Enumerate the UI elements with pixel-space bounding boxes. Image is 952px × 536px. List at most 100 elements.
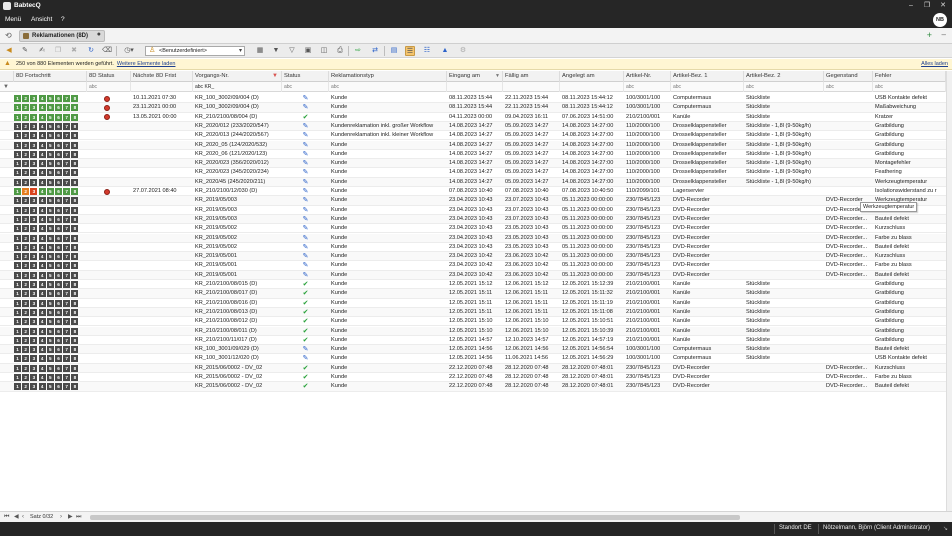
table-row[interactable]: 1 2 3 4 5 6 7 8 ✎ KR_2019/05/001 Kunde 23.04.2023 1…: [0, 261, 946, 271]
filter-due[interactable]: [503, 82, 560, 92]
history-icon[interactable]: ◷▾: [122, 46, 136, 56]
menu-item-help[interactable]: ?: [61, 16, 65, 23]
table-row[interactable]: 1 2 3 4 5 6 7 8 ✔ KR_210/2100/08/016 (D) Kunde 12.0…: [0, 299, 946, 308]
table-row[interactable]: 1 2 3 4 5 6 7 8 ✎ KR_2019/05/002 Kunde 23.04.2023 1…: [0, 243, 946, 253]
back-icon[interactable]: ⟲: [5, 31, 12, 40]
header-due[interactable]: Fällig am: [503, 71, 560, 82]
next-page-icon[interactable]: ▶: [68, 514, 73, 521]
settings-icon[interactable]: ⚙: [458, 46, 468, 56]
table-row[interactable]: 1 2 3 4 5 6 7 8 ✔ KR_210/2100/08/015 (D) Kunde 12.0…: [0, 280, 946, 290]
table-row[interactable]: 1 2 3 4 5 6 7 8 ✎ KR_2020/45 (245/2020/211) Kunde 1…: [0, 177, 946, 187]
table-row[interactable]: 1 2 3 4 5 6 7 8 ✔ KR_210/2100/11/017 (D) Kunde 12.0…: [0, 336, 946, 346]
filter-off-icon[interactable]: ⌫: [102, 46, 112, 56]
add-tab-icon[interactable]: +: [927, 30, 932, 40]
table-row[interactable]: 1 2 3 4 5 6 7 8 ✔ KR_2015/06/0002 - DV_02 Kunde 22.…: [0, 373, 946, 383]
restore-icon[interactable]: ❐: [920, 1, 934, 11]
header-8d-status[interactable]: 8D Status: [87, 71, 131, 82]
filter-complaint-type[interactable]: abc: [329, 82, 447, 92]
filter-case-no[interactable]: abc KR_: [193, 82, 282, 92]
table-row[interactable]: 1 2 3 4 5 6 7 8 ✎ KR_2019/05/001 Kunde 23.04.2023 1…: [0, 270, 946, 280]
table-row[interactable]: 1 2 3 4 5 6 7 8 ✔ KR_210/2100/08/013 (D) Kunde 12.0…: [0, 307, 946, 318]
filter-defect[interactable]: abc: [873, 82, 946, 92]
tab-reklamationen[interactable]: Reklamationen (8D) ●: [19, 30, 105, 42]
first-page-icon[interactable]: ⏮: [4, 514, 9, 521]
last-page-icon[interactable]: ⏭: [76, 514, 81, 521]
table-row[interactable]: 1 2 3 4 5 6 7 8 ✎ KR_2020_05 (124/2020/532) Kunde 1…: [0, 140, 946, 150]
filter-received[interactable]: [447, 82, 503, 92]
filter-created[interactable]: [560, 82, 624, 92]
filter-8d-status[interactable]: abc: [87, 82, 131, 92]
table-row[interactable]: 1 2 3 4 5 6 7 8 ✎ KR_2019/05/003 Kunde 23.04.2023 1…: [0, 196, 946, 206]
delete-icon[interactable]: ✖: [69, 46, 79, 56]
table-row[interactable]: 1 2 3 4 5 6 7 8 ✎ KR_2020/023 (356/2020/012) Kunde…: [0, 159, 946, 169]
table-row[interactable]: 1 2 3 4 5 6 7 8 ✎ KR_2019/05/002 Kunde 23.04.2023 1…: [0, 233, 946, 243]
close-window-icon[interactable]: ✕: [936, 1, 950, 11]
group-icon[interactable]: ▣: [303, 46, 313, 56]
refresh-icon[interactable]: ↻: [86, 46, 96, 56]
horizontal-scrollbar[interactable]: [90, 515, 740, 520]
filter-next-deadline[interactable]: [131, 82, 193, 92]
columns-icon[interactable]: ▦: [255, 46, 265, 56]
filter-status[interactable]: abc: [282, 82, 329, 92]
table-row[interactable]: 1 2 3 4 5 6 7 8 ✎ 23.11.2021 00:00 KR_100_3002/09/…: [0, 103, 946, 113]
table-row[interactable]: 1 2 3 4 5 6 7 8 ✔ KR_210/2100/08/012 (D) Kunde 12.0…: [0, 317, 946, 327]
filter-8d-progress[interactable]: [14, 82, 87, 92]
table-row[interactable]: 1 2 3 4 5 6 7 8 ✎ 27.07.2021 08:40 KR_210/2100/12/…: [0, 187, 946, 197]
header-article-desc-2[interactable]: Artikel-Bez. 2: [744, 71, 824, 82]
header-created[interactable]: Angelegt am: [560, 71, 624, 82]
menu-item-menu[interactable]: Menü: [5, 16, 21, 23]
filter-article-desc-2[interactable]: abc: [744, 82, 824, 92]
filter-article-no[interactable]: abc: [624, 82, 671, 92]
table-row[interactable]: 1 2 3 4 5 6 7 8 ✎ KR_2020/012 (233/2020/547) Kunde…: [0, 121, 946, 132]
next-record-icon[interactable]: ›: [60, 514, 62, 521]
header-article-desc-1[interactable]: Artikel-Bez. 1: [671, 71, 744, 82]
vertical-scrollbar[interactable]: [946, 71, 952, 511]
nav-back-icon[interactable]: ◀: [4, 46, 14, 56]
header-complaint-type[interactable]: Reklamationstyp: [329, 71, 447, 82]
table-row[interactable]: 1 2 3 4 5 6 7 8 ✎ KR_2019/05/003 Kunde 23.04.2023 1…: [0, 214, 946, 225]
table-row[interactable]: 1 2 3 4 5 6 7 8 ✎ KR_100_3001/12/020 (D) Kunde 12.0…: [0, 354, 946, 364]
list-view-icon[interactable]: ☰: [405, 46, 415, 56]
tab-close-icon[interactable]: ●: [97, 31, 101, 38]
table-row[interactable]: 1 2 3 4 5 6 7 8 ✔ KR_210/2100/08/011 (D) Kunde 12.0…: [0, 326, 946, 336]
funnel-icon[interactable]: ▼: [271, 46, 281, 56]
table-row[interactable]: 1 2 3 4 5 6 7 8 ✎ KR_2019/05/001 Kunde 23.04.2023 1…: [0, 252, 946, 262]
load-more-link[interactable]: Weitere Elemente laden: [117, 61, 176, 67]
table-row[interactable]: 1 2 3 4 5 6 7 8 ✔ KR_210/2100/08/017 (D) Kunde 12.0…: [0, 289, 946, 299]
table-row[interactable]: 1 2 3 4 5 6 7 8 ✎ KR_2019/05/003 Kunde 23.04.2023 1…: [0, 206, 946, 215]
menu-item-view[interactable]: Ansicht: [31, 16, 52, 23]
table-row[interactable]: 1 2 3 4 5 6 7 8 ✎ KR_2019/05/002 Kunde 23.04.2023 1…: [0, 224, 946, 234]
table-row[interactable]: 1 2 3 4 5 6 7 8 ✔ KR_2015/06/0002 - DV_02 Kunde 22.…: [0, 382, 946, 392]
view-select[interactable]: ♙ <Benutzerdefiniert> ▾: [145, 46, 245, 56]
detail-view-icon[interactable]: ☷: [422, 46, 432, 56]
prev-page-icon[interactable]: ◀: [14, 514, 19, 521]
filter-article-desc-1[interactable]: abc: [671, 82, 744, 92]
header-received[interactable]: Eingang am ▼: [447, 71, 503, 82]
header-article-no[interactable]: Artikel-Nr.: [624, 71, 671, 82]
minimize-icon[interactable]: –: [904, 1, 918, 11]
table-row[interactable]: 1 2 3 4 5 6 7 8 ✎ KR_2020/023 (345/2020/234) Kunde…: [0, 168, 946, 178]
table-row[interactable]: 1 2 3 4 5 6 7 8 ✎ 10.11.2021 07:30 KR_100_3002/09/…: [0, 94, 946, 104]
header-case-no[interactable]: Vorgangs-Nr. ▼: [193, 71, 282, 82]
clear-filter-icon[interactable]: ▽: [287, 46, 297, 56]
link-icon[interactable]: ⇄: [370, 46, 380, 56]
header-status[interactable]: Status: [282, 71, 329, 82]
table-row[interactable]: 1 2 3 4 5 6 7 8 ✔ KR_2015/06/0002 - DV_02 Kunde 22.…: [0, 363, 946, 373]
edit-icon[interactable]: ✍: [37, 46, 47, 56]
export-icon[interactable]: ◫: [319, 46, 329, 56]
forward-icon[interactable]: ⇨: [353, 46, 363, 56]
user-avatar[interactable]: NB: [933, 13, 947, 27]
active-filter-icon[interactable]: ▼: [272, 71, 278, 82]
copy-icon[interactable]: ❐: [53, 46, 63, 56]
new-icon[interactable]: ✎: [20, 46, 30, 56]
table-row[interactable]: 1 2 3 4 5 6 7 8 ✎ KR_2020_06 (121/2020/123) Kunde 1…: [0, 150, 946, 160]
chart-icon[interactable]: ▲: [440, 46, 450, 56]
load-all-link[interactable]: Alles laden: [921, 61, 948, 67]
filter-subject[interactable]: abc: [824, 82, 873, 92]
table-row[interactable]: 1 2 3 4 5 6 7 8 ✎ KR_100_3001/09/029 (D) Kunde 12.0…: [0, 345, 946, 355]
header-8d-progress[interactable]: 8D Fortschritt: [14, 71, 87, 82]
print-icon[interactable]: ⎙: [335, 46, 345, 56]
header-next-deadline[interactable]: Nächste 8D Frist: [131, 71, 193, 82]
header-subject[interactable]: Gegenstand: [824, 71, 873, 82]
grid-view-icon[interactable]: ▤: [389, 46, 399, 56]
